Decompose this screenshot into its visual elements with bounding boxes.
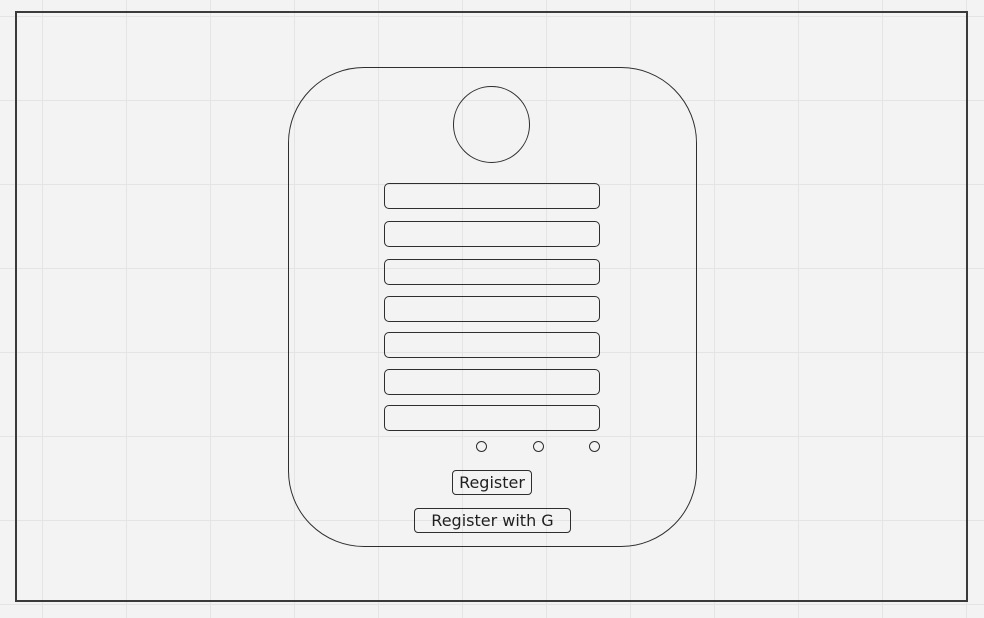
register-with-google-button[interactable]: Register with G xyxy=(414,508,571,533)
form-field-2[interactable] xyxy=(384,221,600,247)
form-field-7[interactable] xyxy=(384,405,600,431)
radio-option-2[interactable] xyxy=(533,441,544,452)
form-field-6[interactable] xyxy=(384,369,600,395)
form-field-4[interactable] xyxy=(384,296,600,322)
radio-option-1[interactable] xyxy=(476,441,487,452)
radio-option-3[interactable] xyxy=(589,441,600,452)
form-field-3[interactable] xyxy=(384,259,600,285)
form-field-5[interactable] xyxy=(384,332,600,358)
register-button[interactable]: Register xyxy=(452,470,532,495)
avatar-placeholder[interactable] xyxy=(453,86,530,163)
form-field-1[interactable] xyxy=(384,183,600,209)
